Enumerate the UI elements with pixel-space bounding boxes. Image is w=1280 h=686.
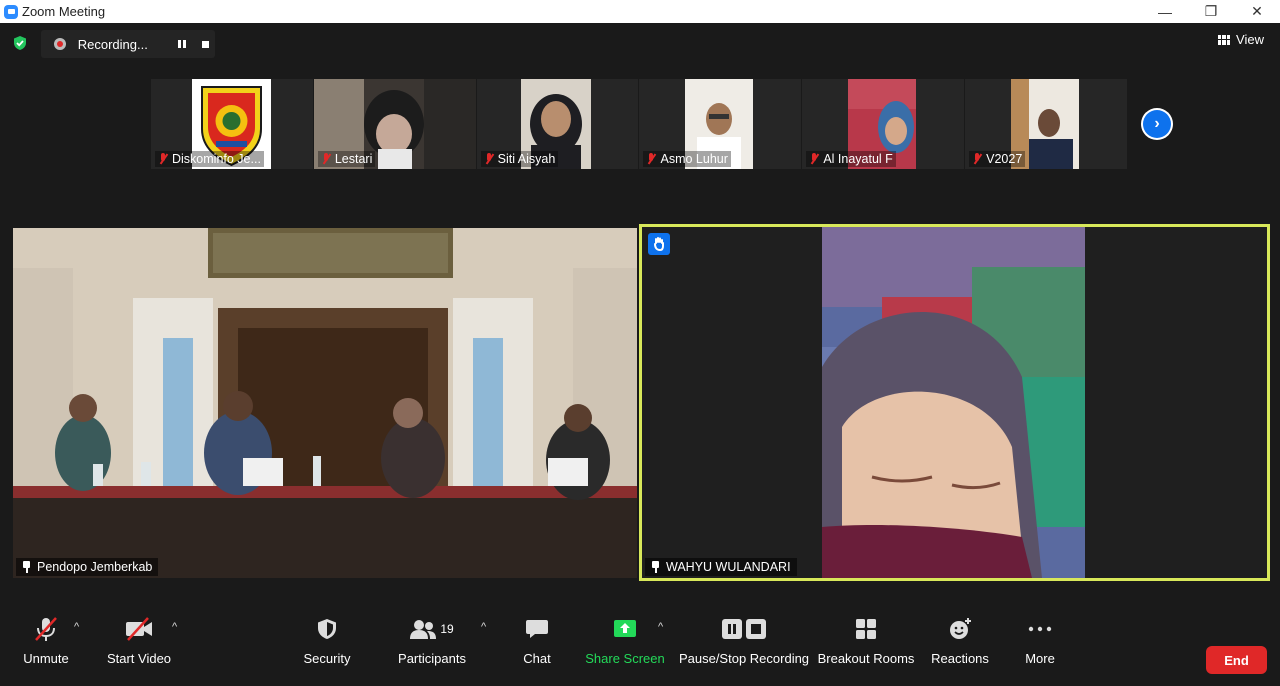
participant-name: Diskominfo Je... (172, 152, 261, 166)
recording-label: Recording... (77, 36, 148, 52)
participants-count: 19 (440, 622, 454, 636)
unmute-label: Unmute (23, 651, 69, 666)
next-page-button[interactable]: › (1141, 108, 1173, 140)
security-label: Security (303, 651, 351, 666)
participant-video (13, 228, 637, 578)
share-options-caret-icon[interactable]: ^ (658, 621, 663, 633)
participant-thumbnail[interactable]: Diskominfo Je... (151, 79, 313, 169)
participant-video (822, 227, 1085, 578)
more-dots-icon (1028, 609, 1052, 649)
pause-stop-recording-icon (721, 609, 767, 649)
chevron-right-icon: › (1143, 110, 1171, 138)
participant-name: Pendopo Jemberkab (37, 560, 153, 574)
video-tile[interactable]: Pendopo Jemberkab (13, 228, 637, 578)
encryption-shield-icon[interactable] (12, 35, 28, 51)
meeting-stage: Recording... View Diskominfo Je... Lesta… (0, 23, 1280, 686)
chat-button[interactable]: Chat (522, 609, 552, 666)
audio-options-caret-icon[interactable]: ^ (74, 621, 79, 633)
participant-name-tag: Asmo Luhur (643, 151, 731, 167)
grid-view-icon (1218, 34, 1231, 45)
participant-name-tag: Lestari (317, 151, 376, 167)
chat-bubble-icon (525, 609, 549, 649)
title-bar: Zoom Meeting — ❐ ✕ (0, 0, 1280, 23)
pause-stop-recording-button[interactable]: Pause/Stop Recording (678, 609, 810, 666)
muted-mic-icon (484, 153, 494, 165)
video-off-icon (124, 609, 154, 649)
start-video-button[interactable]: Start Video (106, 609, 172, 666)
security-button[interactable]: Security (302, 609, 352, 666)
security-shield-icon (316, 609, 338, 649)
video-options-caret-icon[interactable]: ^ (172, 621, 177, 633)
participant-name-tag: V2027 (969, 151, 1026, 167)
window-controls: — ❐ ✕ (1142, 0, 1280, 23)
unmute-button[interactable]: Unmute (22, 609, 70, 666)
zoom-app-icon (4, 4, 18, 19)
participant-thumbnail[interactable]: Al Inayatul F (802, 79, 965, 169)
participants-label: Participants (398, 651, 466, 666)
participant-thumbnail-strip: Diskominfo Je... Lestari Siti Aisyah Asm… (151, 79, 1127, 169)
more-button[interactable]: More (1022, 609, 1058, 666)
pause-stop-recording-label: Pause/Stop Recording (678, 651, 810, 666)
minimize-button[interactable]: — (1142, 0, 1188, 23)
muted-mic-icon (809, 153, 819, 165)
smiley-icon (948, 609, 972, 649)
participants-icon: 19 (410, 609, 454, 649)
reactions-button[interactable]: Reactions (930, 609, 990, 666)
raised-hand-icon (648, 233, 670, 255)
breakout-rooms-icon (855, 609, 877, 649)
muted-mic-icon (33, 609, 59, 649)
view-label: View (1236, 32, 1264, 47)
pin-icon (651, 561, 660, 573)
participant-name-tag: Al Inayatul F (806, 151, 896, 167)
participants-options-caret-icon[interactable]: ^ (481, 621, 486, 633)
participant-name: Al Inayatul F (823, 152, 893, 166)
participant-name: WAHYU WULANDARI (666, 560, 791, 574)
meeting-toolbar: Unmute ^ Start Video ^ Security 19 Parti… (0, 609, 1280, 686)
participant-name: Siti Aisyah (497, 152, 556, 166)
share-screen-icon (613, 609, 637, 649)
participant-name-tag: WAHYU WULANDARI (645, 558, 797, 576)
muted-mic-icon (972, 153, 982, 165)
chat-label: Chat (523, 651, 551, 666)
participant-name: Lestari (334, 152, 373, 166)
participants-button[interactable]: 19 Participants (398, 609, 466, 666)
stop-recording-button[interactable] (195, 34, 215, 54)
reactions-label: Reactions (931, 651, 989, 666)
participant-name: V2027 (986, 152, 1023, 166)
participant-thumbnail[interactable]: Lestari (313, 79, 476, 169)
muted-mic-icon (158, 153, 168, 165)
participant-thumbnail[interactable]: V2027 (965, 79, 1127, 169)
breakout-rooms-button[interactable]: Breakout Rooms (818, 609, 914, 666)
pin-icon (22, 561, 31, 573)
pause-recording-button[interactable] (172, 34, 192, 54)
participant-name-tag: Siti Aisyah (480, 151, 559, 167)
share-screen-button[interactable]: Share Screen (585, 609, 665, 666)
participant-name: Asmo Luhur (660, 152, 728, 166)
end-meeting-button[interactable]: End (1206, 646, 1267, 674)
recording-dot-icon (54, 38, 66, 50)
participant-name-tag: Pendopo Jemberkab (16, 558, 159, 576)
more-label: More (1025, 651, 1055, 666)
recording-indicator: Recording... (41, 30, 215, 58)
share-screen-label: Share Screen (585, 651, 665, 666)
view-button[interactable]: View (1218, 32, 1264, 47)
start-video-label: Start Video (106, 651, 172, 666)
participant-thumbnail[interactable]: Asmo Luhur (639, 79, 802, 169)
window-title: Zoom Meeting (22, 4, 106, 19)
muted-mic-icon (321, 153, 331, 165)
participant-thumbnail[interactable]: Siti Aisyah (476, 79, 639, 169)
active-speaker-tile[interactable]: WAHYU WULANDARI (639, 224, 1270, 581)
breakout-rooms-label: Breakout Rooms (817, 651, 915, 666)
muted-mic-icon (646, 153, 656, 165)
restore-button[interactable]: ❐ (1188, 0, 1234, 23)
close-button[interactable]: ✕ (1234, 0, 1280, 23)
participant-name-tag: Diskominfo Je... (155, 151, 264, 167)
